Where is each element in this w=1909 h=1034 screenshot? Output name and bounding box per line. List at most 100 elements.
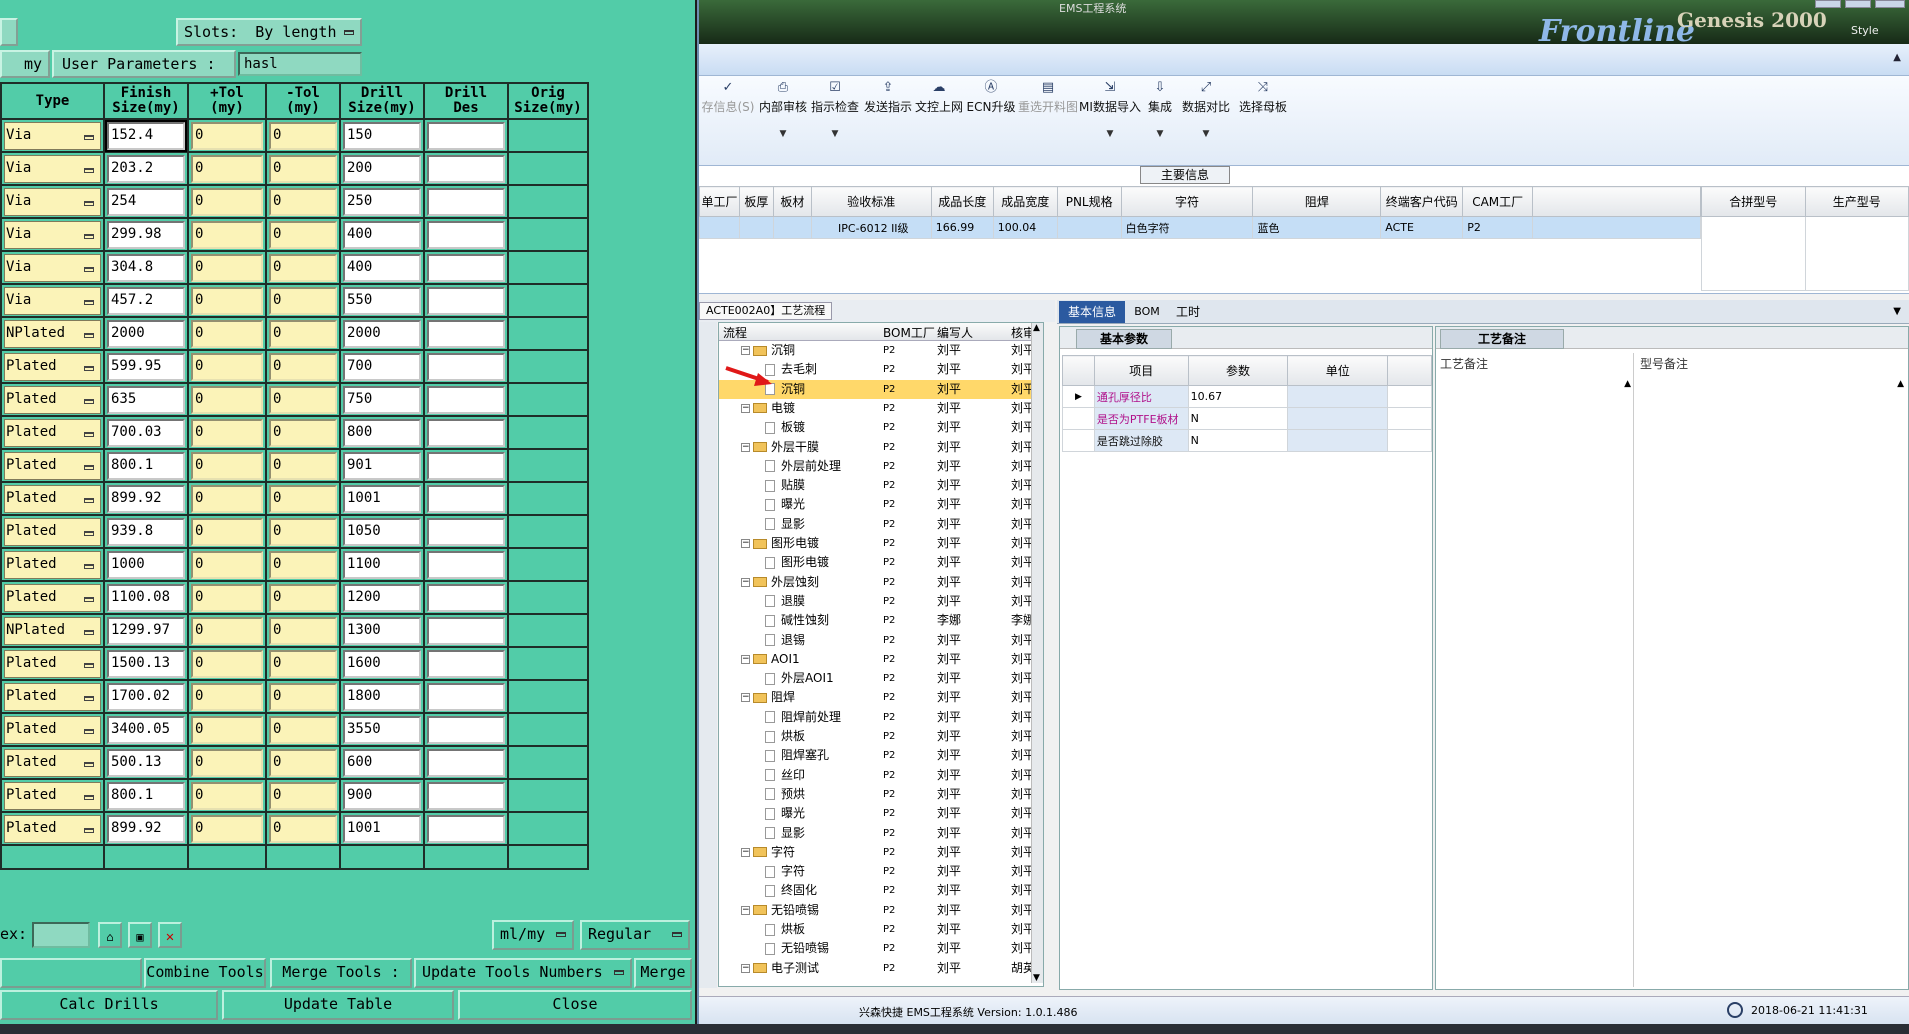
finish-size-input[interactable]: 599.95 <box>107 352 185 381</box>
drill-des-input[interactable] <box>427 781 505 810</box>
tree-col-header[interactable]: 编写人 <box>937 324 973 341</box>
drill-size-input[interactable]: 400 <box>343 220 421 249</box>
minus-tol-input[interactable]: 0 <box>269 517 337 546</box>
side-col-header[interactable]: 合拼型号 <box>1701 186 1806 217</box>
minus-tol-input[interactable]: 0 <box>269 781 337 810</box>
tree-col-header[interactable]: 流程 <box>723 324 747 341</box>
collapse-icon[interactable]: − <box>741 442 750 452</box>
tree-node[interactable]: 板镀 P2 刘平 刘平 <box>719 418 1043 437</box>
toolbar-button-ecn[interactable]: Ⓐ ECN升级 <box>965 78 1017 138</box>
drill-size-input[interactable]: 800 <box>343 418 421 447</box>
toolbar-button-download[interactable]: ⇩ 集成 ▼ <box>1141 78 1179 139</box>
main-cell[interactable]: P2 <box>1462 216 1534 239</box>
toolbar-button-printer[interactable]: ⎙ 内部审核 ▼ <box>759 78 807 139</box>
main-cell[interactable] <box>1056 216 1122 239</box>
minus-tol-input[interactable]: 0 <box>269 154 337 183</box>
merge-button[interactable]: Merge <box>634 958 692 988</box>
drill-size-input[interactable]: 700 <box>343 352 421 381</box>
finish-size-input[interactable]: 635 <box>107 385 185 414</box>
type-combo[interactable]: Plated <box>4 649 101 678</box>
toolbar-button-checkbox[interactable]: ☑ 指示检查 ▼ <box>809 78 861 139</box>
main-col-header[interactable]: 成品长度 <box>930 186 994 217</box>
toolbar-button-import[interactable]: ⇲ MI数据导入 ▼ <box>1079 78 1141 139</box>
drill-des-input[interactable] <box>427 583 505 612</box>
minus-tol-input[interactable]: 0 <box>269 319 337 348</box>
delete-button[interactable]: ✕ <box>158 922 182 948</box>
main-col-header[interactable]: PNL规格 <box>1056 186 1122 217</box>
type-combo[interactable]: Via <box>4 121 101 150</box>
type-combo[interactable]: NPlated <box>4 616 101 645</box>
tab-bom[interactable]: BOM <box>1129 301 1165 323</box>
collapse-icon[interactable]: − <box>741 577 750 587</box>
drill-des-input[interactable] <box>427 220 505 249</box>
drill-size-input[interactable]: 250 <box>343 187 421 216</box>
plus-tol-input[interactable]: 0 <box>191 682 263 711</box>
plus-tol-input[interactable]: 0 <box>191 550 263 579</box>
finish-size-input[interactable]: 500.13 <box>107 748 185 777</box>
tab-basic-info[interactable]: 基本信息 <box>1059 301 1125 323</box>
tree-node[interactable]: 显影 P2 刘平 刘平 <box>719 824 1043 843</box>
tree-node[interactable]: − 无铅喷锡 P2 刘平 刘平 <box>719 901 1043 920</box>
type-combo[interactable]: Plated <box>4 550 101 579</box>
finish-size-input[interactable]: 254 <box>107 187 185 216</box>
finish-size-input[interactable]: 700.03 <box>107 418 185 447</box>
finish-size-input[interactable]: 2000 <box>107 319 185 348</box>
tree-node[interactable]: − 电镀 P2 刘平 刘平 <box>719 399 1043 418</box>
finish-size-input[interactable]: 3400.05 <box>107 715 185 744</box>
plus-tol-input[interactable]: 0 <box>191 253 263 282</box>
drill-size-input[interactable]: 750 <box>343 385 421 414</box>
finish-size-input[interactable]: 899.92 <box>107 484 185 513</box>
minus-tol-input[interactable]: 0 <box>269 748 337 777</box>
plus-tol-input[interactable]: 0 <box>191 715 263 744</box>
plus-tol-input[interactable]: 0 <box>191 748 263 777</box>
minus-tol-input[interactable]: 0 <box>269 715 337 744</box>
scroll-down-icon[interactable]: ▼ <box>1033 973 1040 983</box>
type-combo[interactable]: Plated <box>4 814 101 843</box>
save-button[interactable]: ▣ <box>128 922 152 948</box>
param-value[interactable]: N <box>1187 407 1289 430</box>
main-cell[interactable]: IPC-6012 II级 <box>810 216 932 239</box>
scroll-up-icon[interactable]: ▲ <box>1624 379 1631 389</box>
plus-tol-input[interactable]: 0 <box>191 154 263 183</box>
type-combo[interactable]: Plated <box>4 748 101 777</box>
type-combo[interactable]: Plated <box>4 583 101 612</box>
drill-size-input[interactable]: 1001 <box>343 484 421 513</box>
pin-button[interactable]: ⌂ <box>98 922 122 948</box>
drill-size-input[interactable]: 1600 <box>343 649 421 678</box>
tree-node[interactable]: 烘板 P2 刘平 刘平 <box>719 727 1043 746</box>
finish-size-input[interactable]: 299.98 <box>107 220 185 249</box>
main-col-header[interactable]: 板材 <box>772 186 812 217</box>
finish-size-input[interactable]: 800.1 <box>107 451 185 480</box>
finish-size-input[interactable]: 1500.13 <box>107 649 185 678</box>
chevron-down-icon[interactable]: ▼ <box>759 129 807 139</box>
type-combo[interactable]: Plated <box>4 781 101 810</box>
minus-tol-input[interactable]: 0 <box>269 385 337 414</box>
collapse-icon[interactable]: − <box>741 403 750 413</box>
plus-tol-input[interactable]: 0 <box>191 583 263 612</box>
tree-scrollbar[interactable]: ▲ ▼ <box>1031 323 1043 983</box>
style-label[interactable]: Style <box>1851 24 1879 37</box>
finish-size-input[interactable]: 304.8 <box>107 253 185 282</box>
minimize-button[interactable] <box>1815 0 1841 8</box>
type-combo[interactable]: Plated <box>4 352 101 381</box>
type-combo[interactable]: Plated <box>4 484 101 513</box>
drill-size-input[interactable]: 3550 <box>343 715 421 744</box>
type-combo[interactable]: Plated <box>4 517 101 546</box>
tree-node[interactable]: − AOI1 P2 刘平 刘平 <box>719 650 1043 669</box>
chevron-up-icon[interactable]: ▲ <box>1893 52 1901 63</box>
main-col-header[interactable]: 阻焊 <box>1252 186 1382 217</box>
param-row[interactable]: 是否跳过除胶 N <box>1062 429 1432 452</box>
blank-button[interactable] <box>0 958 142 988</box>
type-combo[interactable]: NPlated <box>4 319 101 348</box>
tree-node[interactable]: − 电子测试 P2 刘平 胡英 <box>719 959 1043 978</box>
drill-size-input[interactable]: 400 <box>343 253 421 282</box>
drill-des-input[interactable] <box>427 121 505 150</box>
chevron-down-icon[interactable]: ▼ <box>1893 306 1901 317</box>
drill-des-input[interactable] <box>427 286 505 315</box>
drill-size-input[interactable]: 1200 <box>343 583 421 612</box>
minus-tol-input[interactable]: 0 <box>269 451 337 480</box>
param-value[interactable]: N <box>1187 429 1289 452</box>
minus-tol-input[interactable]: 0 <box>269 649 337 678</box>
tree-node[interactable]: − 阻焊 P2 刘平 刘平 <box>719 688 1043 707</box>
collapse-icon[interactable]: − <box>741 654 750 664</box>
